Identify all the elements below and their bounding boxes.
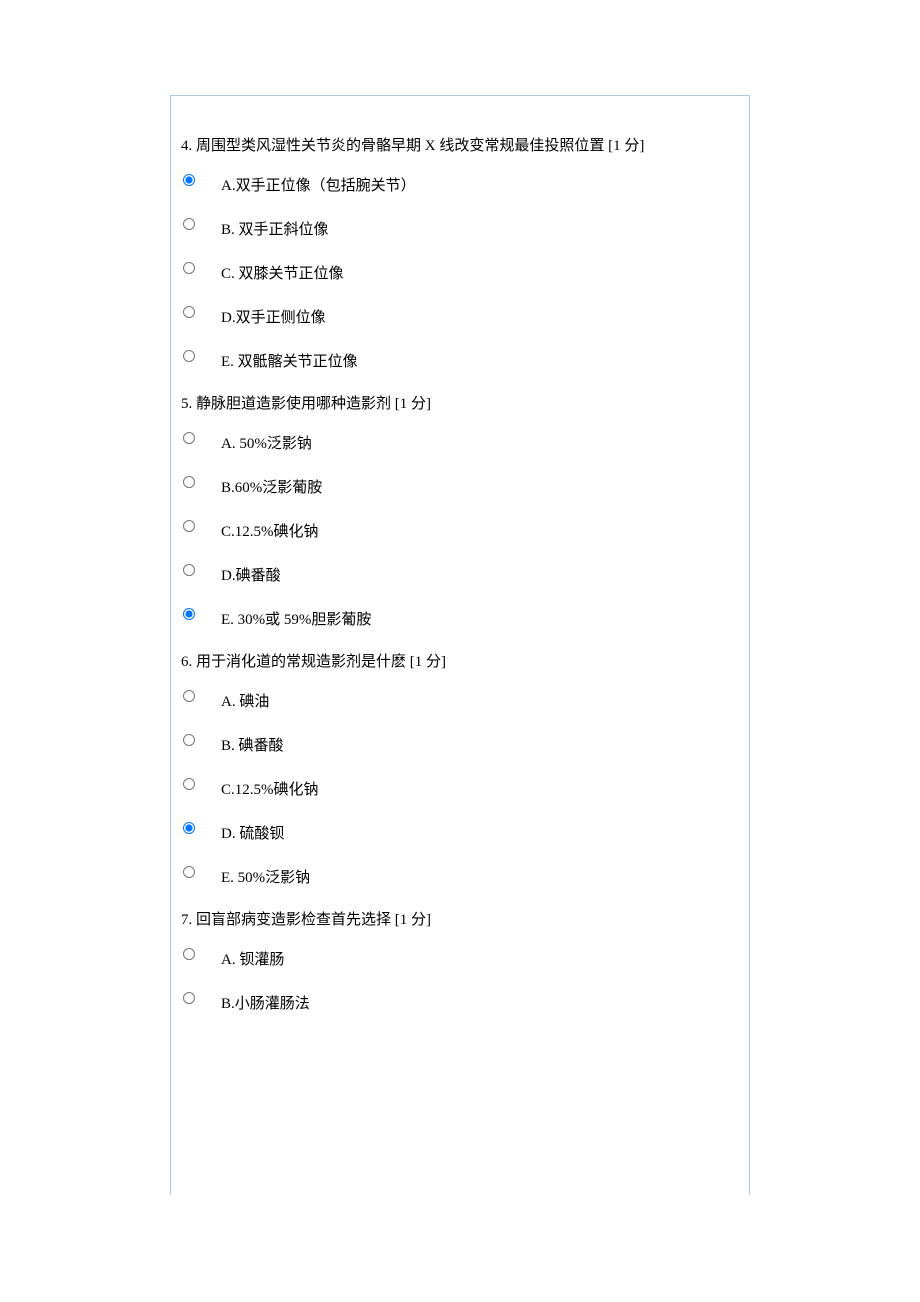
- question-number: 7.: [181, 912, 192, 928]
- option-radio[interactable]: [183, 564, 195, 576]
- option-text: B. 双手正斜位像: [221, 212, 739, 242]
- option-row: D. 硫酸钡: [181, 816, 739, 846]
- option-text: D. 硫酸钡: [221, 816, 739, 846]
- option-text: E. 双骶髂关节正位像: [221, 344, 739, 374]
- option-radio[interactable]: [183, 822, 195, 834]
- question-block: 7. 回盲部病变造影检查首先选择 [1 分] A. 钡灌肠 B.小肠灌肠法: [181, 908, 739, 1016]
- option-row: E. 50%泛影钠: [181, 860, 739, 890]
- option-row: B. 双手正斜位像: [181, 212, 739, 242]
- option-row: A. 钡灌肠: [181, 942, 739, 972]
- quiz-container: 4. 周围型类风湿性关节炎的骨骼早期 X 线改变常规最佳投照位置 [1 分] A.…: [170, 95, 750, 1195]
- question-block: 6. 用于消化道的常规造影剂是什麽 [1 分] A. 碘油 B. 碘番酸 C.12.5…: [181, 650, 739, 890]
- option-text: E. 30%或 59%胆影葡胺: [221, 602, 739, 632]
- radio-wrap: [181, 470, 221, 496]
- question-points: [1 分]: [395, 912, 431, 928]
- option-radio[interactable]: [183, 262, 195, 274]
- option-row: B.60%泛影葡胺: [181, 470, 739, 500]
- option-radio[interactable]: [183, 218, 195, 230]
- radio-wrap: [181, 986, 221, 1012]
- option-radio[interactable]: [183, 992, 195, 1004]
- option-row: C. 双膝关节正位像: [181, 256, 739, 286]
- radio-wrap: [181, 772, 221, 798]
- question-points: [1 分]: [608, 138, 644, 154]
- option-text: A. 碘油: [221, 684, 739, 714]
- question-text: 7. 回盲部病变造影检查首先选择 [1 分]: [181, 908, 739, 932]
- option-radio[interactable]: [183, 734, 195, 746]
- question-number: 6.: [181, 654, 192, 670]
- radio-wrap: [181, 256, 221, 282]
- question-stem: 用于消化道的常规造影剂是什麽: [192, 654, 410, 670]
- radio-wrap: [181, 514, 221, 540]
- option-row: A. 碘油: [181, 684, 739, 714]
- radio-wrap: [181, 344, 221, 370]
- radio-wrap: [181, 860, 221, 886]
- option-text: C.12.5%碘化钠: [221, 514, 739, 544]
- option-row: D.双手正侧位像: [181, 300, 739, 330]
- option-radio[interactable]: [183, 690, 195, 702]
- option-text: A. 钡灌肠: [221, 942, 739, 972]
- option-radio[interactable]: [183, 476, 195, 488]
- question-number: 4.: [181, 138, 192, 154]
- option-text: B.60%泛影葡胺: [221, 470, 739, 500]
- question-text: 6. 用于消化道的常规造影剂是什麽 [1 分]: [181, 650, 739, 674]
- option-text: A.双手正位像（包括腕关节）: [221, 168, 739, 198]
- question-text: 4. 周围型类风湿性关节炎的骨骼早期 X 线改变常规最佳投照位置 [1 分]: [181, 134, 739, 158]
- radio-wrap: [181, 168, 221, 194]
- radio-wrap: [181, 728, 221, 754]
- option-radio[interactable]: [183, 520, 195, 532]
- question-text: 5. 静脉胆道造影使用哪种造影剂 [1 分]: [181, 392, 739, 416]
- question-number: 5.: [181, 396, 192, 412]
- radio-wrap: [181, 300, 221, 326]
- question-stem: 周围型类风湿性关节炎的骨骼早期 X 线改变常规最佳投照位置: [192, 138, 608, 154]
- option-text: D.双手正侧位像: [221, 300, 739, 330]
- option-row: C.12.5%碘化钠: [181, 514, 739, 544]
- option-radio[interactable]: [183, 778, 195, 790]
- option-row: C.12.5%碘化钠: [181, 772, 739, 802]
- option-row: B. 碘番酸: [181, 728, 739, 758]
- option-text: A. 50%泛影钠: [221, 426, 739, 456]
- option-text: C. 双膝关节正位像: [221, 256, 739, 286]
- question-stem: 回盲部病变造影检查首先选择: [192, 912, 395, 928]
- option-radio[interactable]: [183, 174, 195, 186]
- option-radio[interactable]: [183, 866, 195, 878]
- radio-wrap: [181, 558, 221, 584]
- option-radio[interactable]: [183, 608, 195, 620]
- option-text: B.小肠灌肠法: [221, 986, 739, 1016]
- option-radio[interactable]: [183, 306, 195, 318]
- question-points: [1 分]: [410, 654, 446, 670]
- option-row: B.小肠灌肠法: [181, 986, 739, 1016]
- option-text: D.碘番酸: [221, 558, 739, 588]
- option-row: A.双手正位像（包括腕关节）: [181, 168, 739, 198]
- option-radio[interactable]: [183, 350, 195, 362]
- radio-wrap: [181, 212, 221, 238]
- radio-wrap: [181, 684, 221, 710]
- option-row: A. 50%泛影钠: [181, 426, 739, 456]
- radio-wrap: [181, 426, 221, 452]
- option-radio[interactable]: [183, 432, 195, 444]
- question-points: [1 分]: [395, 396, 431, 412]
- option-row: D.碘番酸: [181, 558, 739, 588]
- option-row: E. 双骶髂关节正位像: [181, 344, 739, 374]
- radio-wrap: [181, 816, 221, 842]
- question-stem: 静脉胆道造影使用哪种造影剂: [192, 396, 395, 412]
- question-block: 5. 静脉胆道造影使用哪种造影剂 [1 分] A. 50%泛影钠 B.60%泛影葡胺…: [181, 392, 739, 632]
- radio-wrap: [181, 942, 221, 968]
- option-text: E. 50%泛影钠: [221, 860, 739, 890]
- option-row: E. 30%或 59%胆影葡胺: [181, 602, 739, 632]
- option-text: B. 碘番酸: [221, 728, 739, 758]
- question-block: 4. 周围型类风湿性关节炎的骨骼早期 X 线改变常规最佳投照位置 [1 分] A.…: [181, 134, 739, 374]
- option-radio[interactable]: [183, 948, 195, 960]
- option-text: C.12.5%碘化钠: [221, 772, 739, 802]
- radio-wrap: [181, 602, 221, 628]
